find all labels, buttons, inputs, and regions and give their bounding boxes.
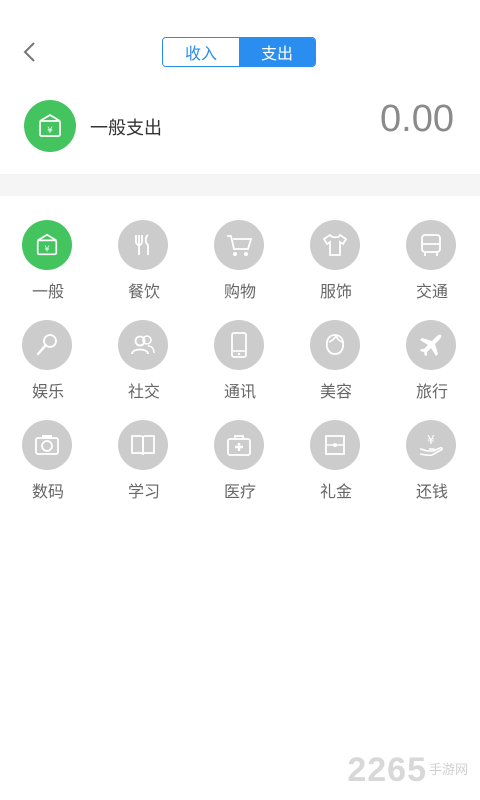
people-icon [118, 320, 168, 370]
tab-expense[interactable]: 支出 [239, 38, 315, 66]
cart-icon [214, 220, 264, 270]
category-label: 美容 [319, 382, 352, 401]
category-label: 通讯 [223, 382, 256, 401]
category-item[interactable]: 购物 [200, 220, 280, 308]
gift-envelope-icon [310, 420, 360, 470]
svg-text:¥: ¥ [427, 433, 435, 447]
category-item[interactable]: 交通 [392, 220, 472, 308]
shirt-icon [310, 220, 360, 270]
category-item[interactable]: 娱乐 [8, 320, 88, 408]
category-item[interactable]: ¥ 还钱 [392, 420, 472, 508]
entry-summary: ¥ 一般支出 0.00 [0, 96, 480, 156]
income-expense-toggle: 收入 支出 [162, 37, 316, 67]
category-label: 医疗 [223, 482, 256, 501]
category-label: 数码 [31, 482, 64, 501]
category-label: 购物 [223, 282, 256, 301]
medical-kit-icon [214, 420, 264, 470]
category-item[interactable]: 餐饮 [104, 220, 184, 308]
chevron-left-icon [21, 40, 39, 64]
category-item[interactable]: 社交 [104, 320, 184, 408]
category-label: 礼金 [319, 482, 352, 501]
fork-knife-icon [118, 220, 168, 270]
category-item[interactable]: 服饰 [296, 220, 376, 308]
category-item[interactable]: 医疗 [200, 420, 280, 508]
category-item[interactable]: 学习 [104, 420, 184, 508]
category-item[interactable]: 通讯 [200, 320, 280, 408]
camera-icon [22, 420, 72, 470]
face-icon [310, 320, 360, 370]
bus-icon [406, 220, 456, 270]
category-label: 服饰 [319, 282, 352, 301]
back-button[interactable] [14, 36, 46, 68]
money-envelope-icon: ¥ [24, 100, 76, 152]
hand-money-icon: ¥ [406, 420, 456, 470]
category-item[interactable]: 旅行 [392, 320, 472, 408]
category-label: 学习 [127, 482, 160, 501]
section-divider [0, 174, 480, 196]
category-item[interactable]: ¥ 一般 [8, 220, 88, 308]
category-label: 一般 [31, 282, 64, 301]
category-item[interactable]: 美容 [296, 320, 376, 408]
watermark-text: 手游网 [428, 763, 468, 778]
category-label: 社交 [127, 382, 160, 401]
header: 收入 支出 [0, 0, 480, 100]
category-item[interactable]: 礼金 [296, 420, 376, 508]
selected-category-label: 一般支出 [90, 118, 162, 139]
category-label: 交通 [415, 282, 448, 301]
watermark-number: 2265 [347, 751, 427, 789]
site-watermark: 2265 手游网 [347, 751, 468, 790]
svg-text:¥: ¥ [44, 244, 49, 254]
category-label: 旅行 [415, 382, 448, 401]
svg-text:¥: ¥ [47, 126, 53, 136]
category-label: 娱乐 [31, 382, 64, 401]
category-label: 餐饮 [127, 282, 160, 301]
microphone-icon [22, 320, 72, 370]
airplane-icon [406, 320, 456, 370]
category-label: 还钱 [415, 482, 448, 501]
book-icon [118, 420, 168, 470]
amount-display[interactable]: 0.00 [380, 98, 454, 141]
tab-income[interactable]: 收入 [163, 38, 239, 66]
category-item[interactable]: 数码 [8, 420, 88, 508]
phone-icon [214, 320, 264, 370]
money-envelope-icon: ¥ [22, 220, 72, 270]
